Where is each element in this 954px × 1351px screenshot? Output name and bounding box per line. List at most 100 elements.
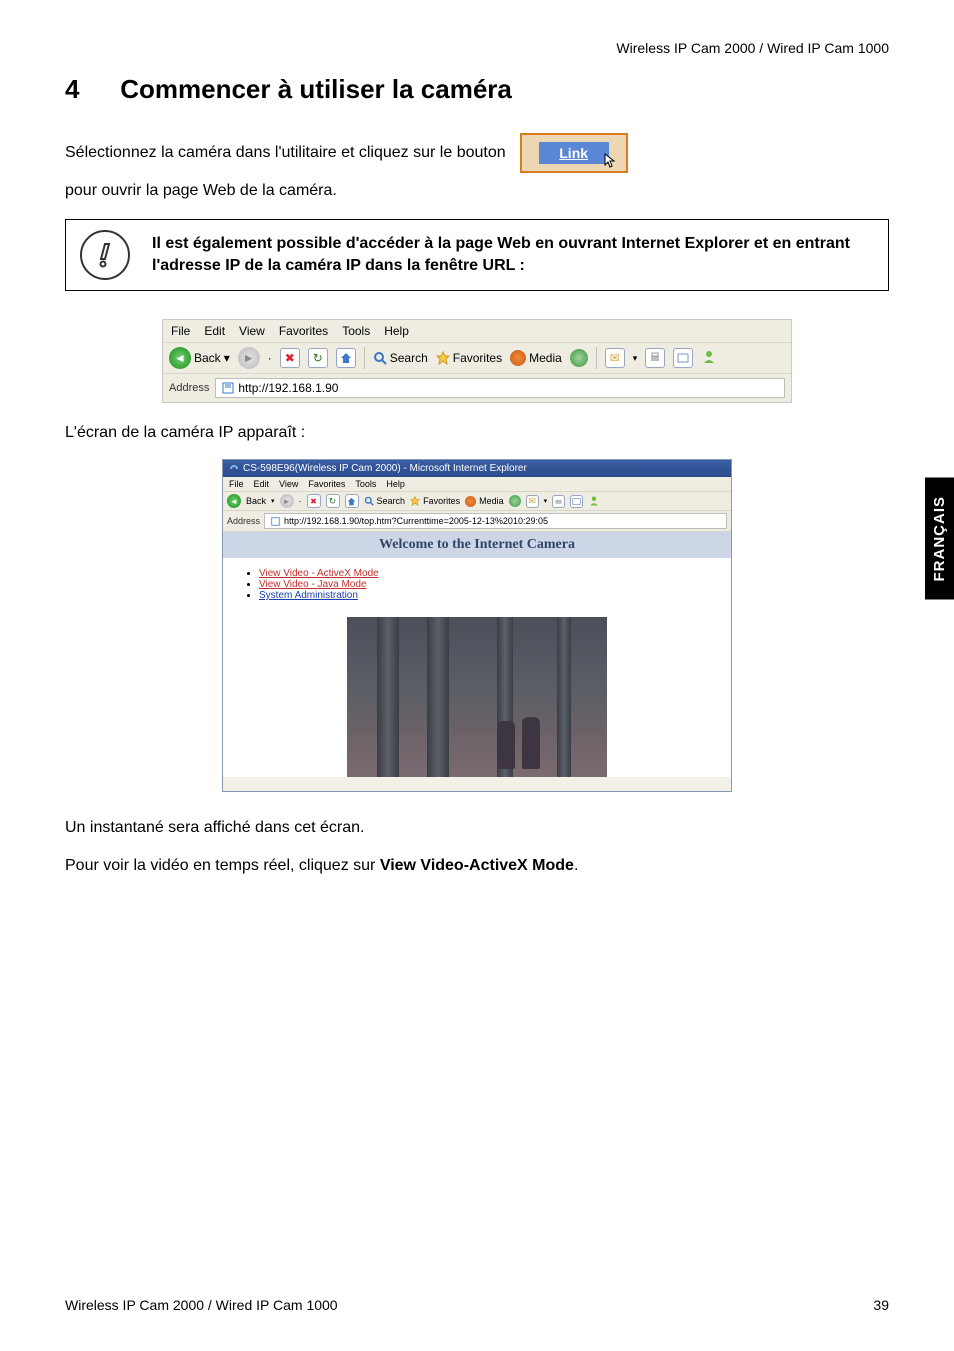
favorites-button[interactable]: Favorites <box>436 351 502 365</box>
back-icon[interactable]: ◄ <box>227 494 241 508</box>
media-label: Media <box>479 496 504 506</box>
address-value: http://192.168.1.90/top.htm?Currenttime=… <box>284 516 548 526</box>
info-icon <box>80 230 130 280</box>
search-button[interactable]: Search <box>373 351 428 365</box>
print-button[interactable] <box>645 348 665 368</box>
search-button[interactable]: Search <box>364 496 406 506</box>
link-sysadmin[interactable]: System Administration <box>259 590 358 601</box>
home-button[interactable] <box>336 348 356 368</box>
stop-button[interactable]: ✖ <box>280 348 300 368</box>
menu-item[interactable]: Favorites <box>308 479 345 489</box>
pillar-shape <box>557 617 571 777</box>
back-button[interactable]: ◄ Back ▾ <box>169 347 230 369</box>
messenger-button[interactable] <box>701 349 717 368</box>
window-title-text: CS-598E96(Wireless IP Cam 2000) - Micros… <box>243 463 527 474</box>
page-icon <box>222 382 234 394</box>
favorites-button[interactable]: Favorites <box>410 496 460 506</box>
realtime-suffix: . <box>574 857 578 874</box>
menu-item[interactable]: Tools <box>355 479 376 489</box>
refresh-button[interactable]: ↻ <box>326 494 340 508</box>
realtime-prefix: Pour voir la vidéo en temps réel, clique… <box>65 857 380 874</box>
camera-page-screenshot: CS-598E96(Wireless IP Cam 2000) - Micros… <box>222 459 732 792</box>
separator: · <box>299 496 302 506</box>
address-input[interactable]: http://192.168.1.90 <box>215 378 785 398</box>
refresh-button[interactable]: ↻ <box>308 348 328 368</box>
home-icon <box>340 352 352 364</box>
messenger-icon[interactable] <box>588 495 600 507</box>
forward-button[interactable]: ► <box>238 347 260 369</box>
address-label: Address <box>169 382 209 394</box>
menu-item[interactable]: Tools <box>342 324 370 338</box>
media-label: Media <box>529 351 562 365</box>
header-product: Wireless IP Cam 2000 / Wired IP Cam 1000 <box>65 40 889 56</box>
ie-toolbar-screenshot: File Edit View Favorites Tools Help ◄ Ba… <box>162 319 792 403</box>
window-titlebar: CS-598E96(Wireless IP Cam 2000) - Micros… <box>223 460 731 477</box>
media-icon <box>510 350 526 366</box>
menu-item[interactable]: File <box>229 479 244 489</box>
menu-item[interactable]: Favorites <box>279 324 328 338</box>
star-icon <box>410 496 420 506</box>
star-icon <box>436 351 450 365</box>
history-button[interactable] <box>570 349 588 367</box>
language-tab: FRANÇAIS <box>925 478 954 600</box>
menu-item[interactable]: Help <box>386 479 405 489</box>
home-button[interactable] <box>345 494 359 508</box>
intro-after: pour ouvrir la page Web de la caméra. <box>65 179 337 203</box>
intro-paragraph: Sélectionnez la caméra dans l'utilitaire… <box>65 133 889 203</box>
home-icon <box>347 497 356 506</box>
section-heading: 4 Commencer à utiliser la caméra <box>65 74 889 105</box>
figure-shape <box>522 717 540 769</box>
messenger-icon <box>701 349 717 365</box>
link-java[interactable]: View Video - Java Mode <box>259 579 366 590</box>
edit-button[interactable] <box>673 348 693 368</box>
footer-left: Wireless IP Cam 2000 / Wired IP Cam 1000 <box>65 1297 338 1313</box>
info-text: Il est également possible d'accéder à la… <box>152 233 874 278</box>
history-button[interactable] <box>509 495 521 507</box>
separator: · <box>268 351 272 365</box>
pillar-shape <box>377 617 399 777</box>
dropdown-icon: ▾ <box>544 497 548 505</box>
page-icon <box>271 517 280 526</box>
link-activex[interactable]: View Video - ActiveX Mode <box>259 568 379 579</box>
forward-button[interactable]: ► <box>280 494 294 508</box>
figure-shape <box>497 721 515 769</box>
realtime-bold: View Video-ActiveX Mode <box>380 857 574 874</box>
footer-page-number: 39 <box>873 1297 889 1313</box>
divider <box>364 347 365 369</box>
edit-icon <box>677 352 689 364</box>
menu-item[interactable]: Edit <box>204 324 225 338</box>
edit-button[interactable] <box>570 495 583 508</box>
divider <box>596 347 597 369</box>
menu-item[interactable]: Help <box>384 324 409 338</box>
ie-logo-icon <box>229 464 239 474</box>
search-icon <box>373 351 387 365</box>
cam-toolbar: ◄ Back ▾ ► · ✖ ↻ Search Favorites Media … <box>223 492 731 511</box>
realtime-text: Pour voir la vidéo en temps réel, clique… <box>65 854 889 878</box>
cam-page-body: Welcome to the Internet Camera View Vide… <box>223 532 731 777</box>
link-button[interactable]: Link <box>520 133 628 173</box>
cam-address-bar: Address http://192.168.1.90/top.htm?Curr… <box>223 511 731 532</box>
search-label: Search <box>377 496 406 506</box>
stop-button[interactable]: ✖ <box>307 494 321 508</box>
ie-menubar: File Edit View Favorites Tools Help <box>163 320 791 343</box>
address-value: http://192.168.1.90 <box>238 381 338 395</box>
media-button[interactable]: Media <box>510 350 562 366</box>
menu-item[interactable]: File <box>171 324 190 338</box>
edit-icon <box>572 497 581 506</box>
print-button[interactable] <box>552 495 565 508</box>
media-button[interactable]: Media <box>465 496 504 507</box>
mail-button[interactable]: ✉ <box>605 348 625 368</box>
back-label: Back <box>246 496 266 506</box>
dropdown-icon: ▾ <box>224 351 230 365</box>
favorites-label: Favorites <box>453 351 502 365</box>
section-number: 4 <box>65 74 113 105</box>
menu-item[interactable]: View <box>239 324 265 338</box>
address-input[interactable]: http://192.168.1.90/top.htm?Currenttime=… <box>264 513 727 529</box>
cam-menubar: File Edit View Favorites Tools Help <box>223 477 731 492</box>
menu-item[interactable]: View <box>279 479 298 489</box>
dropdown-icon: ▾ <box>271 497 275 505</box>
menu-item[interactable]: Edit <box>254 479 270 489</box>
mail-button[interactable]: ✉ <box>526 495 539 508</box>
section-title-text: Commencer à utiliser la caméra <box>120 74 512 104</box>
back-label: Back <box>194 351 221 365</box>
